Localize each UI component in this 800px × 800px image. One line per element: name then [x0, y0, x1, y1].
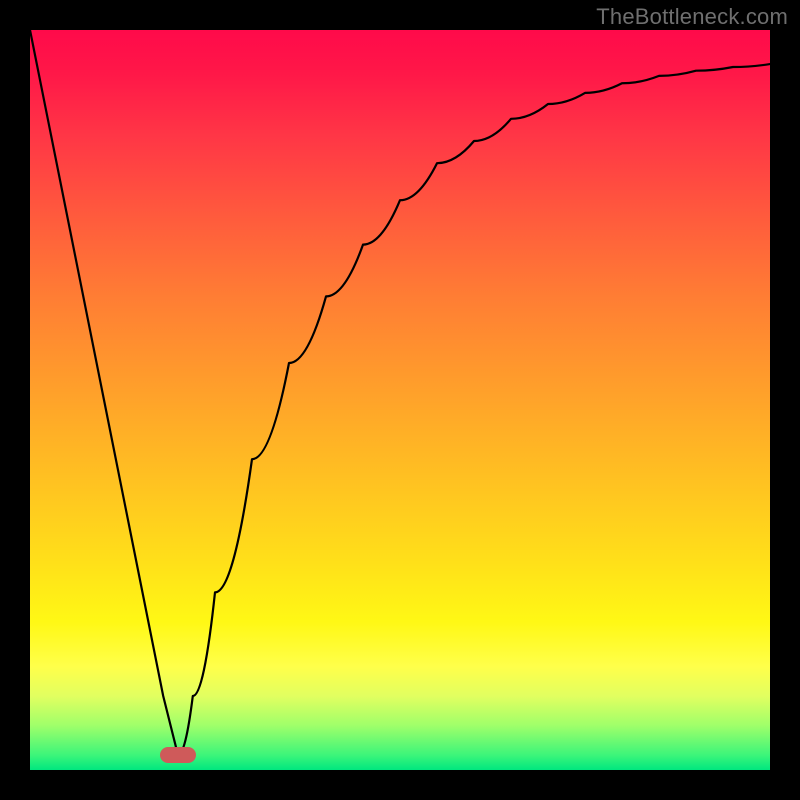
plot-area	[30, 30, 770, 770]
chart-frame: TheBottleneck.com	[0, 0, 800, 800]
curve-path	[30, 30, 770, 755]
bottleneck-curve	[30, 30, 770, 770]
minimum-marker	[160, 747, 196, 763]
watermark-text: TheBottleneck.com	[596, 4, 788, 30]
